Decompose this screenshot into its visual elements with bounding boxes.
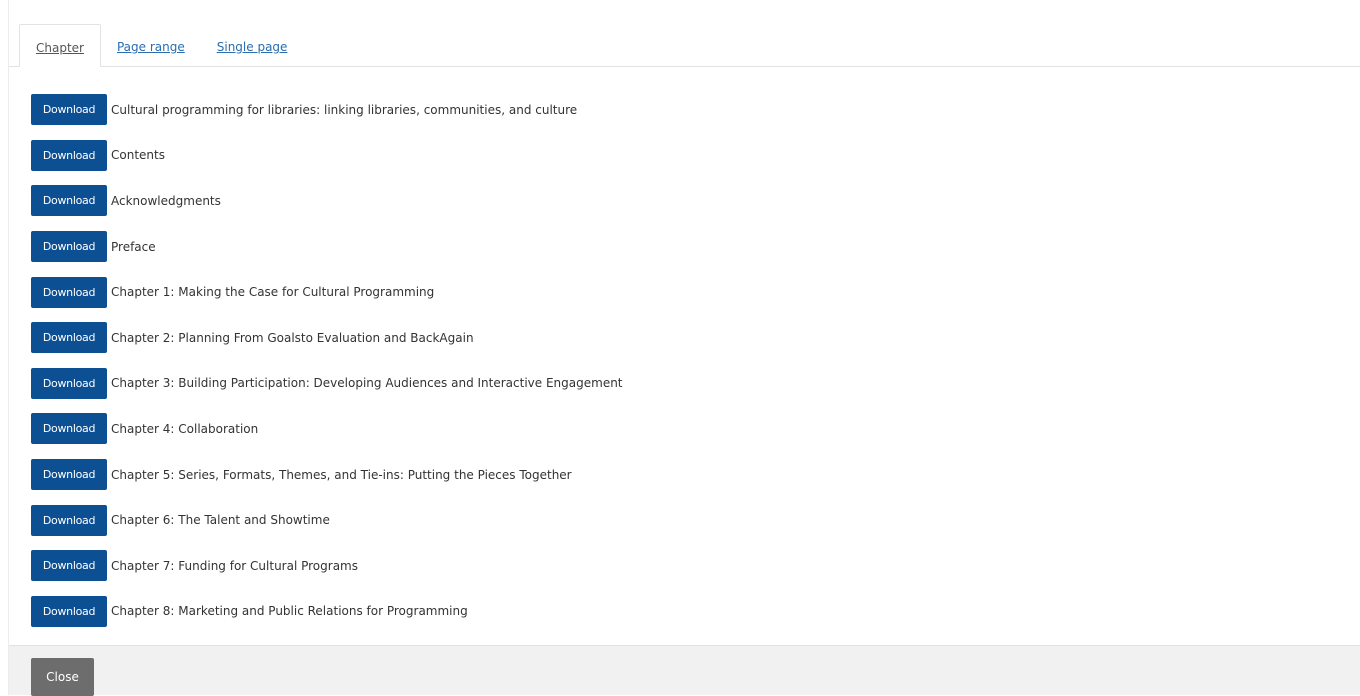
download-button[interactable]: Download [31,94,107,126]
download-button[interactable]: Download [31,139,107,171]
chapter-title: Chapter 6: The Talent and Showtime [111,513,330,528]
list-item: Download Preface [31,224,1360,270]
list-item: Download Chapter 2: Planning From Goalst… [31,315,1360,361]
download-button[interactable]: Download [31,367,107,399]
chapter-title: Chapter 8: Marketing and Public Relation… [111,604,468,619]
download-button[interactable]: Download [31,459,107,491]
download-button[interactable]: Download [31,231,107,263]
list-item: Download Chapter 8: Marketing and Public… [31,589,1360,635]
download-button[interactable]: Download [31,185,107,217]
list-item: Download Chapter 1: Making the Case for … [31,269,1360,315]
tab-chapter[interactable]: Chapter [19,24,101,67]
chapter-list: Download Cultural programming for librar… [9,67,1360,634]
chapter-title: Acknowledgments [111,193,221,208]
list-item: Download Chapter 7: Funding for Cultural… [31,543,1360,589]
download-button[interactable]: Download [31,550,107,582]
list-item: Download Chapter 3: Building Participati… [31,361,1360,407]
chapter-title: Chapter 2: Planning From Goalsto Evaluat… [111,330,474,345]
download-button[interactable]: Download [31,504,107,536]
list-item: Download Contents [31,133,1360,179]
dialog-top-strip [9,0,1360,24]
chapter-title: Chapter 7: Funding for Cultural Programs [111,558,358,573]
download-tabs: Chapter Page range Single page [9,24,1360,67]
list-item: Download Chapter 6: The Talent and Showt… [31,497,1360,543]
chapter-title: Chapter 3: Building Participation: Devel… [111,376,623,391]
chapter-title: Cultural programming for libraries: link… [111,102,578,117]
download-dialog: Chapter Page range Single page Download … [8,0,1360,696]
list-item: Download Cultural programming for librar… [31,87,1360,133]
chapter-title: Chapter 5: Series, Formats, Themes, and … [111,467,572,482]
download-button[interactable]: Download [31,595,107,627]
chapter-title: Chapter 4: Collaboration [111,421,259,436]
list-item: Download Acknowledgments [31,178,1360,224]
dialog-footer: Close [9,645,1360,696]
chapter-title: Contents [111,148,165,163]
tab-page-range[interactable]: Page range [101,24,201,67]
chapter-title: Preface [111,239,156,254]
tab-single-page[interactable]: Single page [201,24,304,67]
close-button[interactable]: Close [31,658,94,696]
chapter-title: Chapter 1: Making the Case for Cultural … [111,285,435,300]
list-item: Download Chapter 4: Collaboration [31,406,1360,452]
download-button[interactable]: Download [31,276,107,308]
download-button[interactable]: Download [31,413,107,445]
download-button[interactable]: Download [31,322,107,354]
list-item: Download Chapter 5: Series, Formats, The… [31,452,1360,498]
